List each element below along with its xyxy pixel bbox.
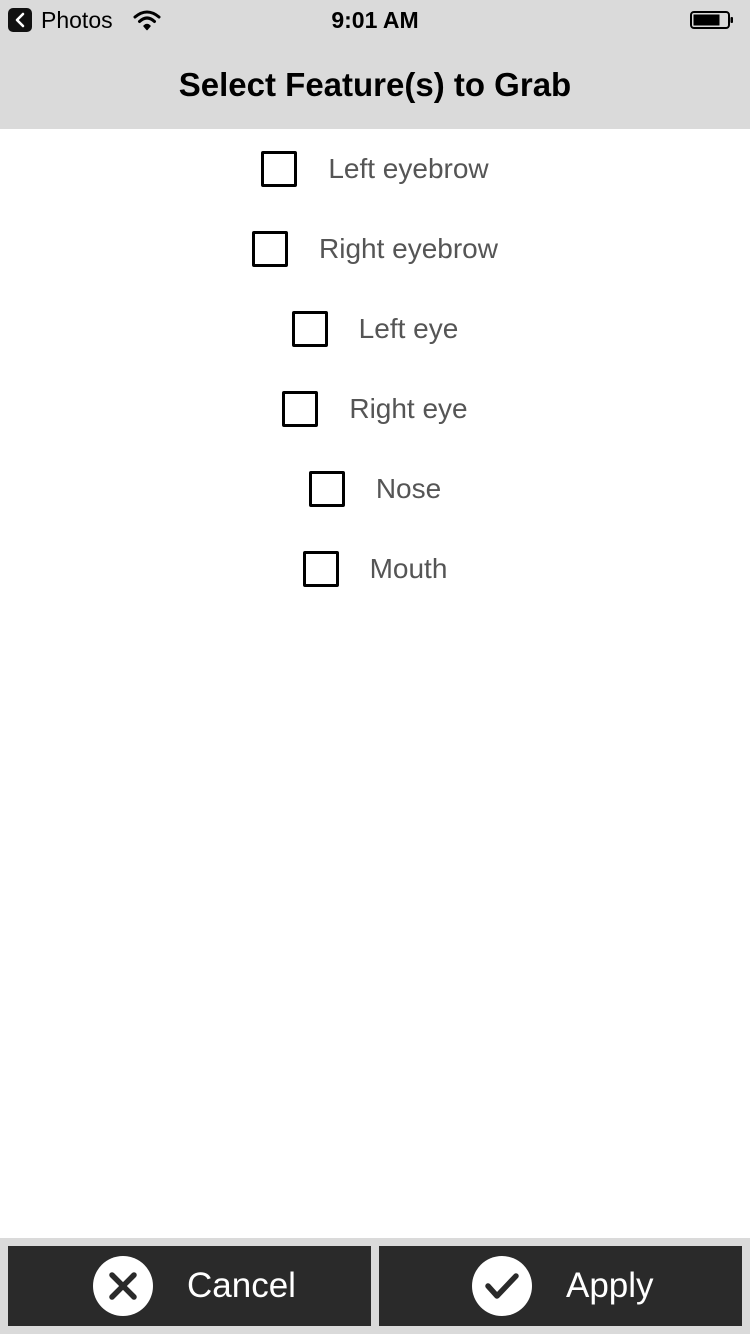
cancel-button[interactable]: Cancel — [8, 1246, 371, 1326]
feature-item-right-eye[interactable]: Right eye — [0, 369, 750, 449]
feature-label: Right eye — [349, 393, 468, 424]
feature-label: Left eye — [358, 313, 459, 344]
apply-button[interactable]: Apply — [379, 1246, 742, 1326]
feature-checkbox[interactable] — [282, 391, 319, 427]
close-icon — [93, 1256, 153, 1316]
back-arrow-icon — [8, 8, 32, 32]
feature-item-left-eye[interactable]: Left eye — [0, 289, 750, 369]
feature-label: Nose — [375, 473, 442, 504]
feature-item-right-eyebrow[interactable]: Right eyebrow — [0, 209, 750, 289]
feature-label: Right eyebrow — [319, 233, 498, 264]
back-app-label: Photos — [41, 7, 113, 33]
feature-checkbox[interactable] — [291, 311, 328, 347]
feature-label: Mouth — [369, 553, 448, 584]
checkmark-icon — [472, 1256, 532, 1316]
feature-item-nose[interactable]: Nose — [0, 449, 750, 529]
feature-checkbox[interactable] — [308, 471, 345, 507]
apply-label: Apply — [566, 1266, 654, 1305]
feature-item-left-eyebrow[interactable]: Left eyebrow — [0, 129, 750, 209]
feature-checkbox[interactable] — [261, 151, 298, 187]
page-title: Select Feature(s) to Grab — [178, 65, 572, 103]
battery-icon — [690, 11, 734, 29]
status-bar: Photos 9:01 AM — [0, 0, 750, 40]
title-bar: Select Feature(s) to Grab — [0, 40, 750, 129]
feature-checkbox[interactable] — [252, 231, 288, 267]
action-bar: Cancel Apply — [0, 1238, 750, 1334]
back-to-app-button[interactable]: Photos — [8, 8, 113, 32]
feature-list: Left eyebrow Right eyebrow Left eye Righ… — [0, 129, 750, 609]
wifi-icon — [133, 9, 161, 36]
feature-label: Left eyebrow — [328, 153, 489, 184]
cancel-label: Cancel — [187, 1266, 296, 1305]
feature-checkbox[interactable] — [302, 551, 339, 587]
feature-item-mouth[interactable]: Mouth — [0, 529, 750, 609]
